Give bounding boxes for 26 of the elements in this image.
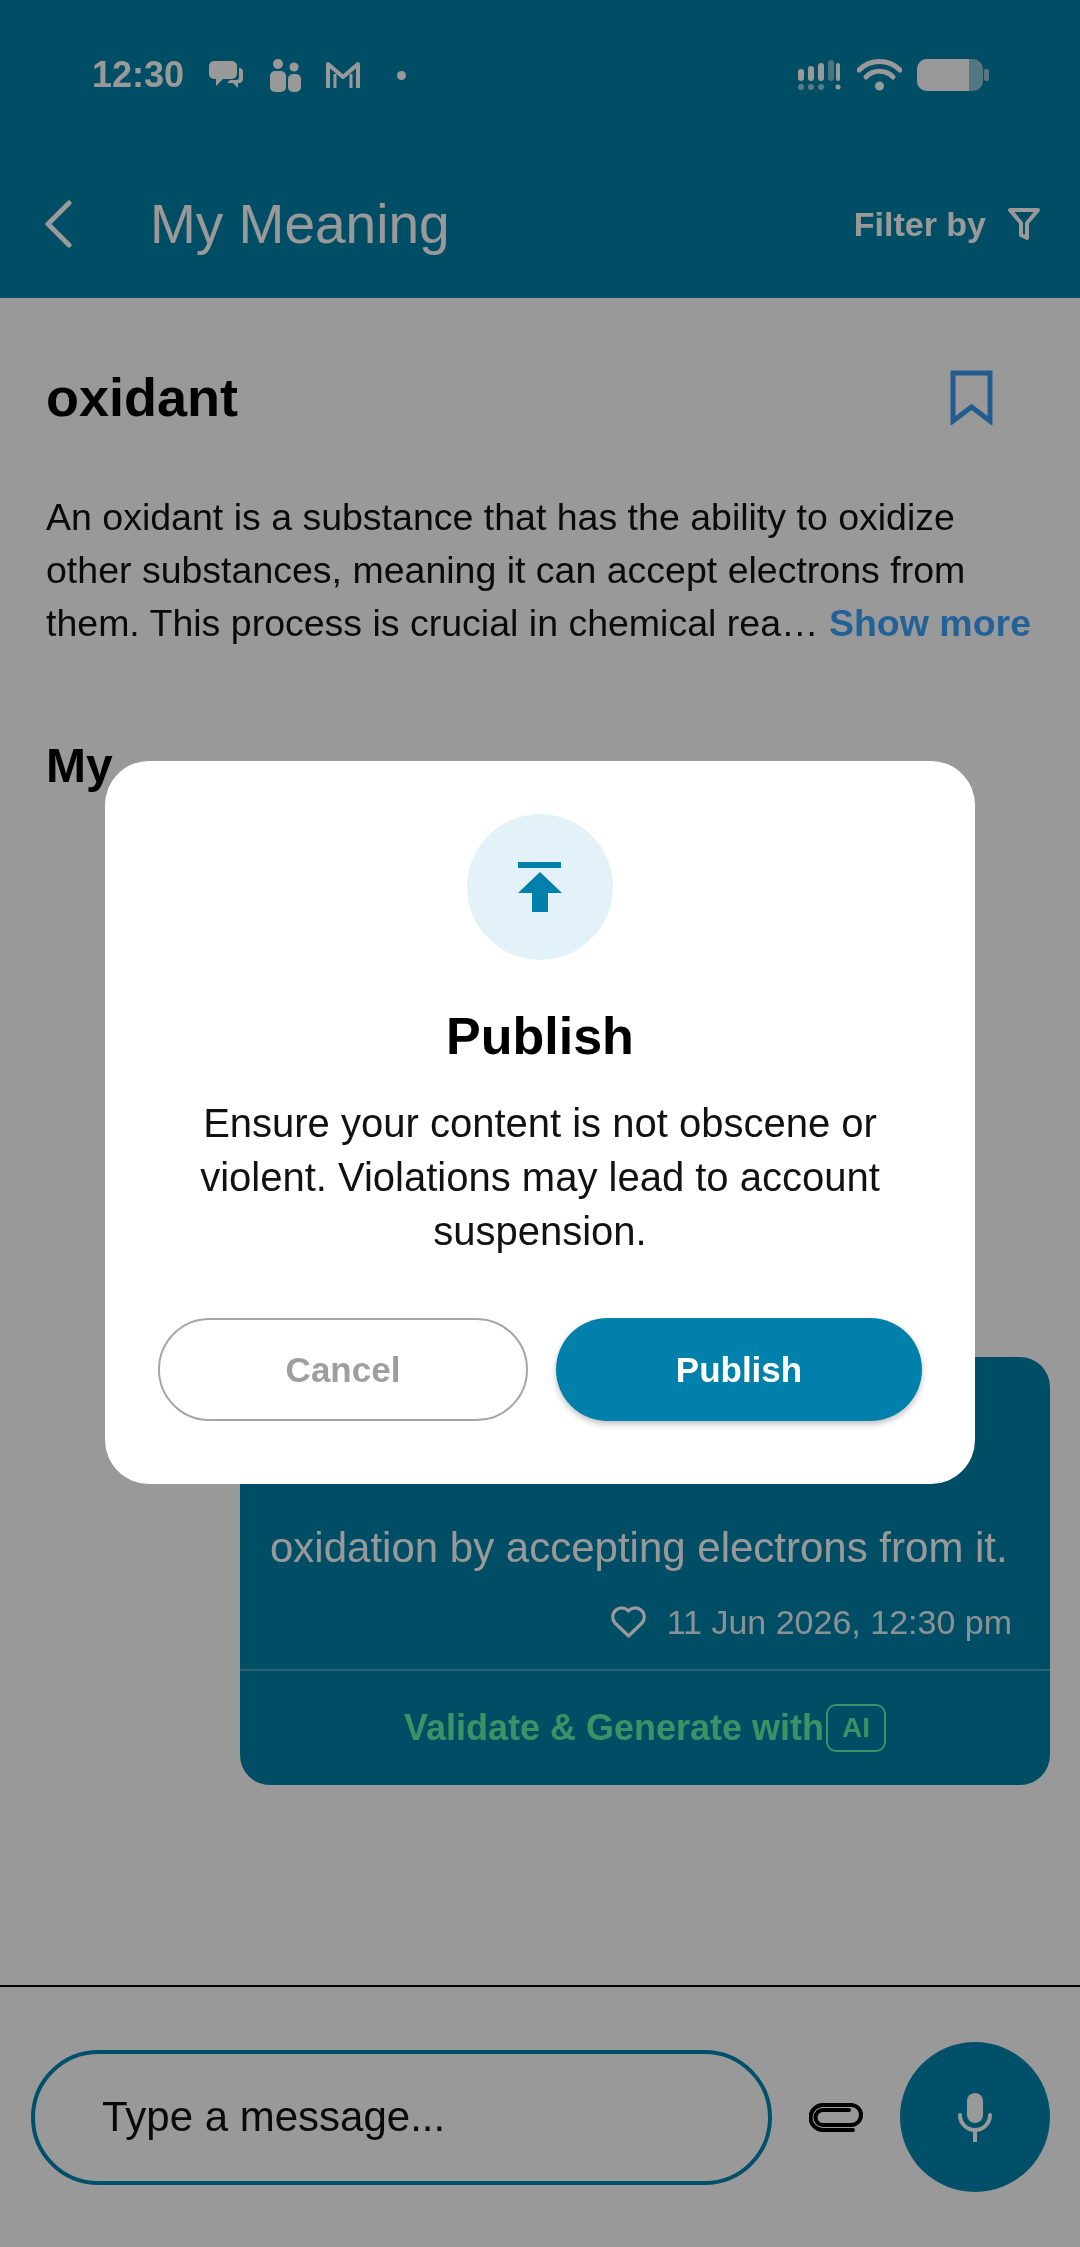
timestamp: 11 Jun 2026, 12:30 pm <box>666 1602 1012 1642</box>
screen-title: My Meaning <box>150 192 450 256</box>
m-logo-icon <box>325 60 362 90</box>
cancel-button[interactable]: Cancel <box>158 1318 528 1421</box>
people-icon <box>268 58 303 92</box>
dot-icon <box>397 70 407 80</box>
status-time: 12:30 <box>92 55 185 95</box>
meaning-text: oxidation by accepting electrons from it. <box>269 1523 1009 1573</box>
filter-icon <box>1008 208 1040 240</box>
validate-generate-button[interactable]: Validate & Generate with AI <box>403 1704 887 1752</box>
show-more-link[interactable]: Show more <box>828 602 1032 644</box>
filter-button[interactable]: Filter by <box>853 204 1040 244</box>
publish-button[interactable]: Publish <box>556 1318 922 1421</box>
dialog-title: Publish <box>446 1006 634 1067</box>
back-icon[interactable] <box>43 200 73 248</box>
word-title: oxidant <box>46 366 238 428</box>
microphone-icon <box>957 2091 993 2143</box>
heart-icon[interactable] <box>609 1605 647 1639</box>
wifi-icon <box>857 59 902 91</box>
upload-icon <box>467 814 613 960</box>
dialog-message: Ensure your content is not obscene or violent. Violations may lead to account suspension. <box>199 1100 881 1255</box>
message-input[interactable]: Type a message... <box>31 2049 772 2185</box>
ai-badge: AI <box>826 1704 887 1752</box>
section-heading: My <box>46 738 113 794</box>
definition-text: An oxidant is a substance that has the ability to oxidize other substances, meaning it can accept electrons from them. This process is crucial in chemical rea… Show more <box>46 495 1033 646</box>
bookmark-icon[interactable] <box>950 369 993 425</box>
